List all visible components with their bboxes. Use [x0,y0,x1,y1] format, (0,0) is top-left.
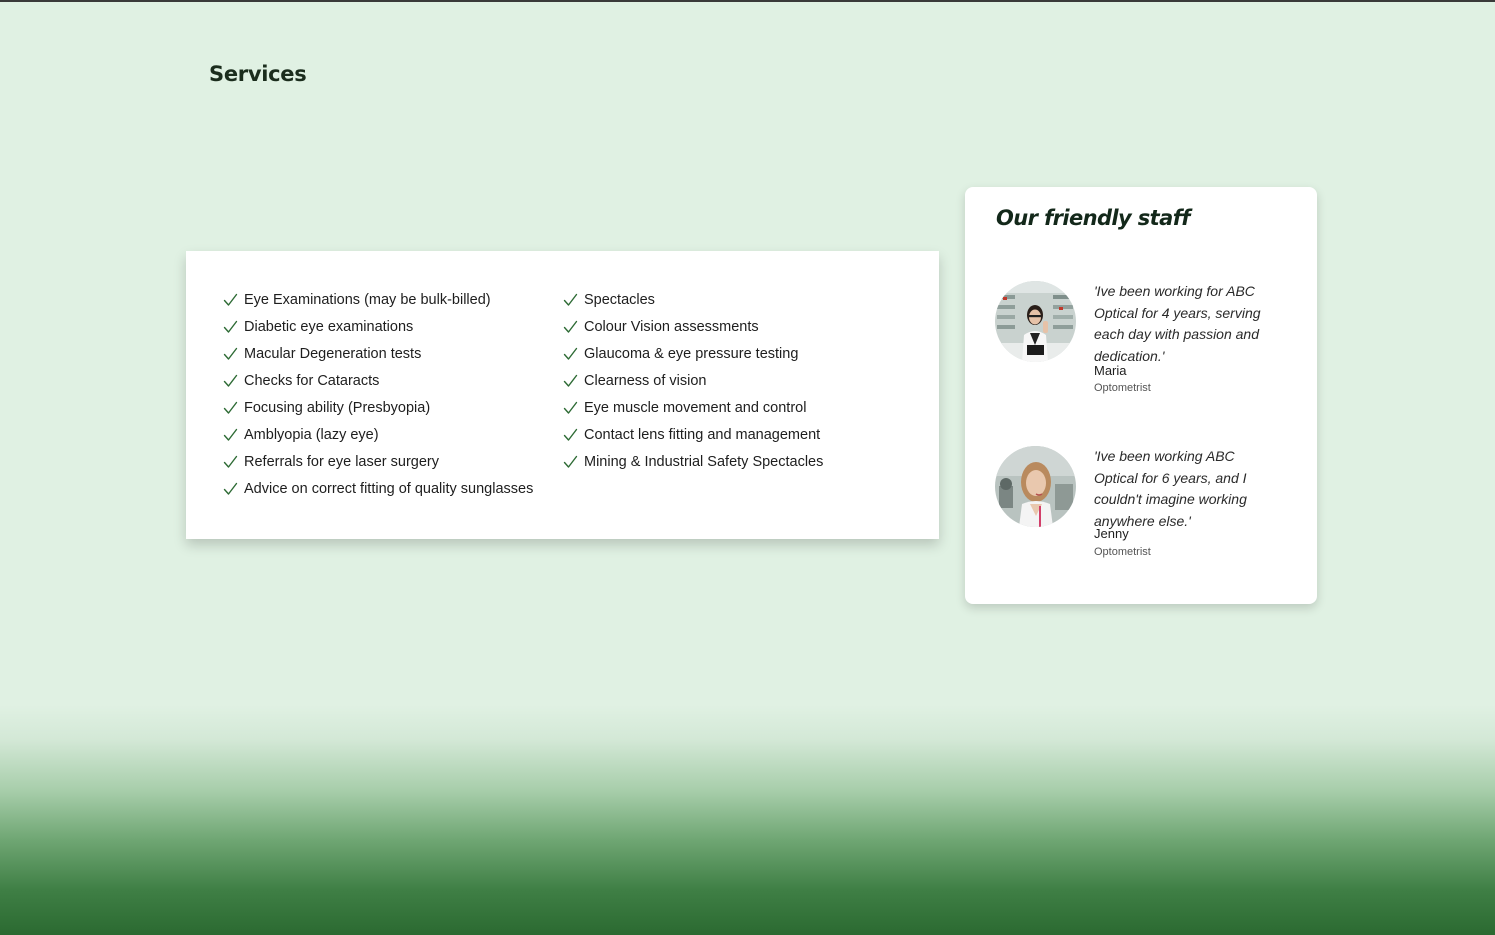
check-icon [223,428,238,441]
check-icon [563,455,578,468]
service-item: Advice on correct fitting of quality sun… [223,475,533,502]
service-label: Macular Degeneration tests [244,345,422,362]
service-label: Checks for Cataracts [244,372,380,389]
service-label: Focusing ability (Presbyopia) [244,399,431,416]
service-label: Contact lens fitting and management [584,426,821,443]
staff-role: Optometrist [1094,546,1151,558]
check-icon [563,347,578,360]
service-label: Eye muscle movement and control [584,399,807,416]
service-item: Diabetic eye examinations [223,313,533,340]
service-item: Macular Degeneration tests [223,340,533,367]
staff-heading: Our friendly staff [996,206,1190,230]
staff-name: Jenny [1094,526,1129,541]
testimonial-quote: 'Ive been working for ABC Optical for 4 … [1094,283,1261,364]
check-icon [223,374,238,387]
testimonial-quote: 'Ive been working ABC Optical for 6 year… [1094,448,1247,529]
service-label: Diabetic eye examinations [244,318,414,335]
service-label: Colour Vision assessments [584,318,759,335]
check-icon [563,374,578,387]
avatar-maria [995,281,1076,362]
staff-card: Our friendly staff 'Ive been working for… [965,187,1317,604]
check-icon [223,401,238,414]
service-label: Spectacles [584,291,655,308]
service-label: Clearness of vision [584,372,707,389]
service-item: Mining & Industrial Safety Spectacles [563,448,823,475]
check-icon [223,347,238,360]
service-item: Contact lens fitting and management [563,421,823,448]
services-list-right: Spectacles Colour Vision assessments Glauc… [563,286,823,475]
service-item: Referrals for eye laser surgery [223,448,533,475]
check-icon [223,293,238,306]
check-icon [223,482,238,495]
check-icon [563,401,578,414]
avatar-jenny [995,446,1076,527]
service-label: Eye Examinations (may be bulk-billed) [244,291,491,308]
check-icon [563,320,578,333]
services-list-left: Eye Examinations (may be bulk-billed) Dia… [223,286,533,502]
services-card: Eye Examinations (may be bulk-billed) Dia… [186,251,939,539]
service-label: Referrals for eye laser surgery [244,453,440,470]
page-title: Services [209,62,307,86]
service-label: Mining & Industrial Safety Spectacles [584,453,824,470]
service-label: Glaucoma & eye pressure testing [584,345,799,362]
service-item: Eye muscle movement and control [563,394,823,421]
check-icon [563,428,578,441]
service-item: Clearness of vision [563,367,823,394]
service-item: Amblyopia (lazy eye) [223,421,533,448]
service-item: Spectacles [563,286,823,313]
service-item: Focusing ability (Presbyopia) [223,394,533,421]
service-item: Glaucoma & eye pressure testing [563,340,823,367]
top-border [0,0,1495,2]
service-label: Advice on correct fitting of quality sun… [244,480,534,497]
check-icon [563,293,578,306]
check-icon [223,320,238,333]
service-item: Checks for Cataracts [223,367,533,394]
service-item: Eye Examinations (may be bulk-billed) [223,286,533,313]
service-item: Colour Vision assessments [563,313,823,340]
staff-name: Maria [1094,363,1127,378]
service-label: Amblyopia (lazy eye) [244,426,379,443]
staff-role: Optometrist [1094,382,1151,394]
check-icon [223,455,238,468]
